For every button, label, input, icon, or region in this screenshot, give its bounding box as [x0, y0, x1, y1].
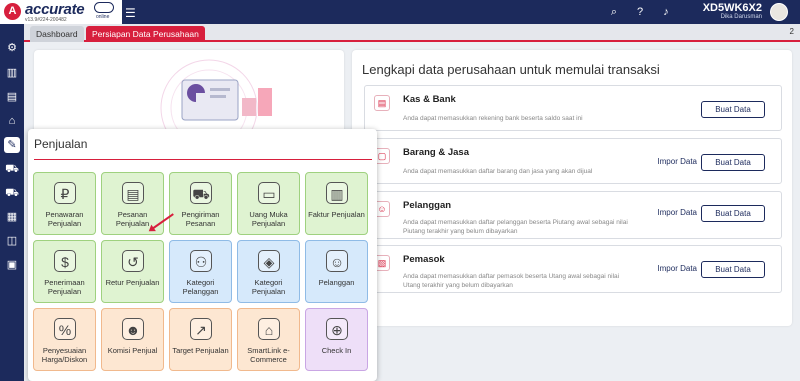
search-icon[interactable]: ⌕ [606, 4, 622, 20]
item-desc: Anda dapat memasukkan daftar pemasok bes… [403, 273, 620, 289]
receipt-icon: $ [54, 250, 76, 272]
popup-title: Penjualan [34, 137, 88, 151]
tile-penerimaan-penjualan[interactable]: $ Penerimaan Penjualan [33, 240, 96, 303]
sales-menu-popup: Penjualan ₽ Penawaran Penjualan ▤ Pesana… [28, 129, 377, 381]
bank-icon: ▤ [374, 95, 390, 111]
item-title: Pelanggan [403, 200, 452, 211]
customer-icon: ☺ [326, 250, 348, 272]
tile-label: Uang Muka Penjualan [249, 210, 288, 228]
down-payment-icon: ▭ [258, 182, 280, 204]
sales-category-icon: ◈ [258, 250, 280, 272]
commission-icon: ☻ [122, 318, 144, 340]
tab-company-setup[interactable]: Persiapan Data Perusahaan [86, 26, 205, 42]
tile-label: Kategori Pelanggan [182, 278, 219, 296]
setup-item-pemasok: ▧ Pemasok Anda dapat memasukkan daftar p… [364, 245, 782, 293]
inventory-cart-icon[interactable]: ⛟ [4, 185, 20, 201]
item-desc: Anda dapat memasukkan daftar barang dan … [403, 168, 593, 175]
setup-item-barang-jasa: ▢ Barang & Jasa Anda dapat memasukkan da… [364, 138, 782, 184]
ledger-icon[interactable]: ▤ [4, 89, 20, 105]
buat-data-button[interactable]: Buat Data [701, 205, 765, 222]
customer-category-icon: ⚇ [190, 250, 212, 272]
item-title: Barang & Jasa [403, 147, 470, 158]
warehouse-icon[interactable]: ▦ [4, 209, 20, 225]
tile-komisi-penjual[interactable]: ☻ Komisi Penjual [101, 308, 164, 371]
tile-label: Pelanggan [318, 278, 355, 287]
setup-item-kas-bank: ▤ Kas & Bank Anda dapat memasukkan reken… [364, 85, 782, 131]
tile-uang-muka-penjualan[interactable]: ▭ Uang Muka Penjualan [237, 172, 300, 235]
tile-kategori-pelanggan[interactable]: ⚇ Kategori Pelanggan [169, 240, 232, 303]
impor-data-link[interactable]: Impor Data [657, 157, 697, 166]
tile-label: Penyesuaian Harga/Diskon [41, 346, 88, 364]
tile-label: Komisi Penjual [107, 346, 158, 355]
item-title: Pemasok [403, 254, 445, 265]
item-title: Kas & Bank [403, 94, 456, 105]
invoice-icon: ▥ [326, 182, 348, 204]
tile-penyesuaian-harga[interactable]: % Penyesuaian Harga/Diskon [33, 308, 96, 371]
accurate-logo-icon: A [4, 3, 21, 20]
tile-smartlink-ecommerce[interactable]: ⌂ SmartLink e-Commerce [237, 308, 300, 371]
menu-icon[interactable]: ☰ [125, 6, 136, 20]
tile-label: Kategori Penjualan [251, 278, 286, 296]
store-icon: ⌂ [258, 318, 280, 340]
logo-text: accurate [25, 1, 85, 18]
assets-icon[interactable]: ◫ [4, 233, 20, 249]
setup-card: Lengkapi data perusahaan untuk memulai t… [352, 50, 792, 326]
tile-label: Faktur Penjualan [308, 210, 365, 219]
tile-check-in[interactable]: ⊕ Check In [305, 308, 368, 371]
check-in-icon: ⊕ [326, 318, 348, 340]
tile-label: Penawaran Penjualan [45, 210, 84, 228]
tile-penawaran-penjualan[interactable]: ₽ Penawaran Penjualan [33, 172, 96, 235]
company-id[interactable]: XD5WK6X2 [703, 2, 762, 14]
bank-icon[interactable]: ⌂ [4, 113, 20, 129]
tile-target-penjualan[interactable]: ↗ Target Penjualan [169, 308, 232, 371]
setup-item-pelanggan: ☺ Pelanggan Anda dapat memasukkan daftar… [364, 191, 782, 239]
tile-label: SmartLink e-Commerce [247, 346, 290, 364]
setup-title: Lengkapi data perusahaan untuk memulai t… [362, 62, 660, 77]
buat-data-button[interactable]: Buat Data [701, 101, 765, 118]
logo[interactable]: A accurate online v13.9#224-200482 [0, 0, 122, 24]
tile-pengiriman-pesanan[interactable]: ⛟ Pengiriman Pesanan [169, 172, 232, 235]
sales-icon[interactable]: ✎ [4, 137, 20, 153]
divider [34, 159, 372, 160]
tab-bar: Dashboard Persiapan Data Perusahaan 2 [24, 24, 800, 42]
item-desc: Anda dapat memasukkan rekening bank bese… [403, 115, 583, 122]
help-icon[interactable]: ? [632, 4, 648, 20]
impor-data-link[interactable]: Impor Data [657, 208, 697, 217]
avatar[interactable] [770, 3, 788, 21]
impor-data-link[interactable]: Impor Data [657, 264, 697, 273]
tile-pelanggan[interactable]: ☺ Pelanggan [305, 240, 368, 303]
tile-label: Penerimaan Penjualan [44, 278, 85, 296]
item-desc: Anda dapat memasukkan daftar pelanggan b… [403, 219, 628, 235]
logo-online: online [96, 14, 110, 20]
tile-label: Target Penjualan [172, 346, 229, 355]
version-text: v13.9#224-200482 [25, 17, 67, 23]
company-icon[interactable]: ▥ [4, 65, 20, 81]
tile-label: Check In [321, 346, 352, 355]
tab-dashboard[interactable]: Dashboard [30, 26, 84, 42]
cloud-icon [94, 2, 114, 13]
tile-retur-penjualan[interactable]: ↺ Retur Penjualan [101, 240, 164, 303]
buat-data-button[interactable]: Buat Data [701, 154, 765, 171]
tile-faktur-penjualan[interactable]: ▥ Faktur Penjualan [305, 172, 368, 235]
order-icon: ▤ [122, 182, 144, 204]
settings-icon[interactable]: ⚙ [4, 40, 20, 56]
user-name: Dika Darusman [720, 14, 762, 20]
tile-label: Pengiriman Pesanan [181, 210, 220, 228]
tile-label: Retur Penjualan [105, 278, 160, 287]
tile-kategori-penjualan[interactable]: ◈ Kategori Penjualan [237, 240, 300, 303]
purchase-cart-icon[interactable]: ⛟ [4, 161, 20, 177]
delivery-icon: ⛟ [190, 182, 212, 204]
top-bar: A accurate online v13.9#224-200482 ☰ ⌕ ?… [0, 0, 800, 24]
reports-icon[interactable]: ▣ [4, 257, 20, 273]
return-icon: ↺ [122, 250, 144, 272]
buat-data-button[interactable]: Buat Data [701, 261, 765, 278]
quote-icon: ₽ [54, 182, 76, 204]
sidebar: ⚙ ▥ ▤ ⌂ ✎ ⛟ ⛟ ▦ ◫ ▣ [0, 24, 24, 381]
notification-icon[interactable]: ♪ [658, 4, 674, 20]
tab-count[interactable]: 2 [790, 27, 794, 36]
target-icon: ↗ [190, 318, 212, 340]
price-adjust-icon: % [54, 318, 76, 340]
